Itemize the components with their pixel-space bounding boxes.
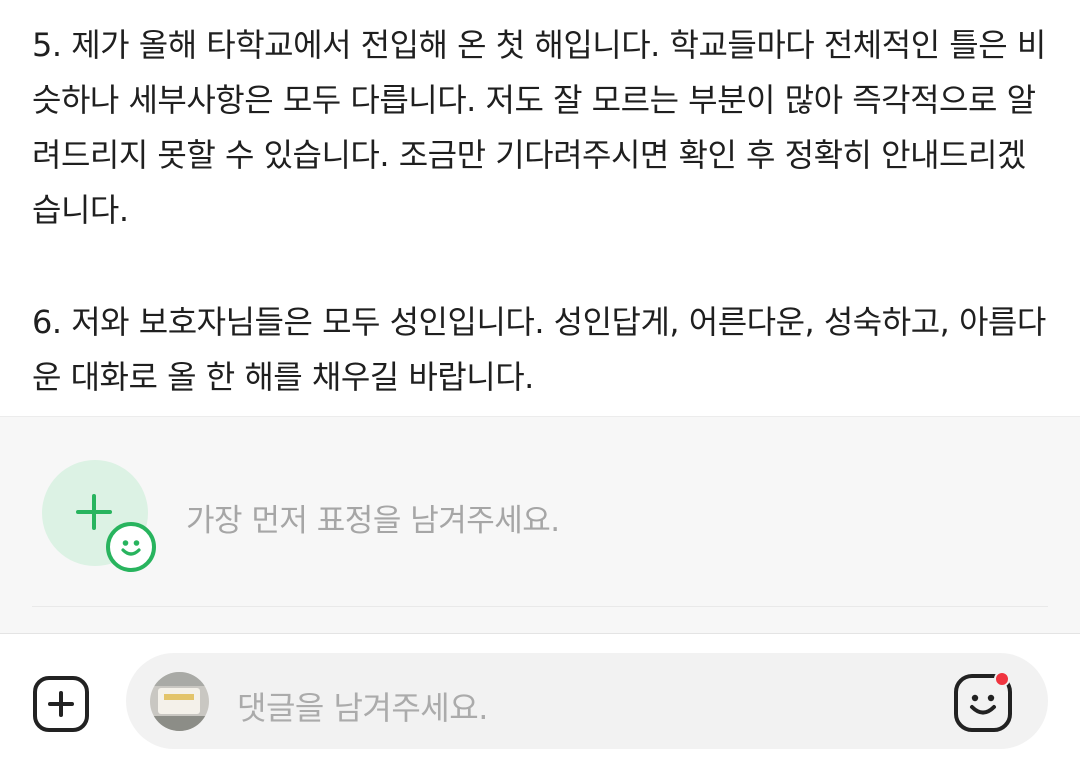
smile-icon bbox=[106, 522, 156, 572]
plus-icon bbox=[76, 494, 112, 530]
post-paragraph-6: 6. 저와 보호자님들은 모두 성인입니다. 성인답게, 어른다운, 성숙하고,… bbox=[32, 303, 1046, 396]
post-paragraph-5: 5. 제가 올해 타학교에서 전입해 온 첫 해입니다. 학교들마다 전체적인 … bbox=[32, 26, 1046, 229]
attach-button[interactable] bbox=[33, 676, 89, 732]
smile-icon bbox=[970, 694, 996, 715]
avatar bbox=[150, 672, 209, 731]
reaction-prompt[interactable]: 가장 먼저 표정을 남겨주세요. bbox=[186, 495, 560, 540]
divider bbox=[32, 606, 1048, 607]
post-body: 5. 제가 올해 타학교에서 전입해 온 첫 해입니다. 학교들마다 전체적인 … bbox=[32, 18, 1048, 405]
notification-dot bbox=[994, 671, 1010, 687]
comment-bar: 댓글을 남겨주세요. bbox=[0, 633, 1080, 765]
comment-input[interactable]: 댓글을 남겨주세요. bbox=[126, 653, 1048, 749]
comment-placeholder[interactable]: 댓글을 남겨주세요. bbox=[237, 683, 488, 729]
add-reaction-button[interactable] bbox=[42, 460, 156, 572]
reaction-section: 가장 먼저 표정을 남겨주세요. bbox=[0, 416, 1080, 633]
